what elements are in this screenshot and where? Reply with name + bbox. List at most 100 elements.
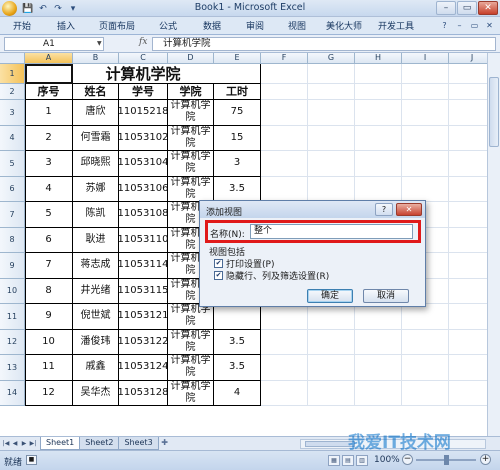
table-cell-id[interactable]: 11053121 xyxy=(119,304,168,330)
grid-cell[interactable] xyxy=(308,329,355,355)
zoom-level[interactable]: 100% xyxy=(374,455,400,465)
table-cell-id[interactable]: 11053102 xyxy=(119,125,168,151)
table-cell-no[interactable]: 2 xyxy=(25,125,73,151)
cancel-button[interactable]: 取消 xyxy=(363,289,409,303)
table-cell-hours[interactable] xyxy=(214,304,261,330)
grid-cell[interactable] xyxy=(355,84,402,100)
grid-cell[interactable] xyxy=(261,84,308,100)
grid-cell[interactable] xyxy=(308,304,355,330)
table-cell-name[interactable]: 戚鑫 xyxy=(73,355,119,381)
grid-cell[interactable] xyxy=(261,329,308,355)
row-header-12[interactable]: 12 xyxy=(0,329,25,355)
grid-cell[interactable] xyxy=(355,125,402,151)
grid-cell[interactable] xyxy=(308,100,355,126)
close-button[interactable]: ✕ xyxy=(478,1,498,15)
grid-cell[interactable] xyxy=(402,84,449,100)
tab-review[interactable]: 审阅 xyxy=(234,20,276,34)
table-cell-no[interactable]: 8 xyxy=(25,278,73,304)
column-header-i[interactable]: I xyxy=(402,53,449,64)
row-header-10[interactable]: 10 xyxy=(0,278,25,304)
grid-cell[interactable] xyxy=(402,100,449,126)
dialog-help-button[interactable]: ? xyxy=(375,203,393,216)
grid-cell[interactable] xyxy=(355,151,402,177)
grid-cell[interactable] xyxy=(355,380,402,406)
tab-formulas[interactable]: 公式 xyxy=(146,20,190,34)
column-header-h[interactable]: H xyxy=(355,53,402,64)
table-header-cell[interactable]: 学院 xyxy=(168,84,214,100)
hidden-rows-checkbox[interactable]: ✔ xyxy=(214,271,223,280)
dialog-close-button[interactable]: ✕ xyxy=(396,203,422,216)
first-sheet-icon[interactable]: |◀ xyxy=(2,439,10,448)
grid-cell[interactable] xyxy=(355,304,402,330)
grid-cell[interactable] xyxy=(261,355,308,381)
table-cell-name[interactable]: 陈凯 xyxy=(73,202,119,228)
table-cell-no[interactable]: 1 xyxy=(25,100,73,126)
table-header-cell[interactable]: 学号 xyxy=(119,84,168,100)
table-cell-college[interactable]: 计算机学院 xyxy=(168,355,214,381)
table-cell-id[interactable]: 11015218 xyxy=(119,100,168,126)
table-cell-name[interactable]: 倪世斌 xyxy=(73,304,119,330)
dialog-title-bar[interactable]: 添加视图 ? ✕ xyxy=(200,201,425,218)
hidden-rows-option[interactable]: ✔ 隐藏行、列及筛选设置(R) xyxy=(214,269,329,282)
table-cell-name[interactable]: 苏娜 xyxy=(73,176,119,202)
table-cell-college[interactable]: 计算机学院 xyxy=(168,304,214,330)
insert-sheet-icon[interactable]: ✚ xyxy=(158,437,172,450)
sheet-tab-sheet2[interactable]: Sheet2 xyxy=(79,437,120,450)
table-cell-hours[interactable]: 75 xyxy=(214,100,261,126)
print-settings-checkbox[interactable]: ✔ xyxy=(214,259,223,268)
table-cell-no[interactable]: 9 xyxy=(25,304,73,330)
tab-page-layout[interactable]: 页面布局 xyxy=(88,20,146,34)
grid-cell[interactable] xyxy=(261,304,308,330)
grid-cell[interactable] xyxy=(355,176,402,202)
table-cell-college[interactable]: 计算机学院 xyxy=(168,329,214,355)
grid-cell[interactable] xyxy=(261,100,308,126)
grid-cell[interactable] xyxy=(402,380,449,406)
grid-cell[interactable] xyxy=(308,380,355,406)
row-header-5[interactable]: 5 xyxy=(0,151,25,177)
sheet-tab-sheet3[interactable]: Sheet3 xyxy=(118,437,159,450)
row-header-11[interactable]: 11 xyxy=(0,304,25,330)
sheet-tab-sheet1[interactable]: Sheet1 xyxy=(40,437,81,450)
grid-cell[interactable] xyxy=(308,151,355,177)
formula-input[interactable]: 计算机学院 xyxy=(152,37,496,51)
grid-cell[interactable] xyxy=(355,64,402,84)
tab-developer[interactable]: 开发工具 xyxy=(370,20,422,34)
row-header-1[interactable]: 1 xyxy=(0,64,25,84)
grid-cell[interactable] xyxy=(402,125,449,151)
table-cell-no[interactable]: 5 xyxy=(25,202,73,228)
grid-cell[interactable] xyxy=(261,380,308,406)
table-cell-college[interactable]: 计算机学院 xyxy=(168,380,214,406)
row-header-9[interactable]: 9 xyxy=(0,253,25,279)
zoom-in-icon[interactable]: + xyxy=(480,454,491,465)
table-cell-hours[interactable]: 3 xyxy=(214,151,261,177)
table-header-cell[interactable]: 姓名 xyxy=(73,84,119,100)
ribbon-restore-button[interactable]: ▭ xyxy=(468,20,481,32)
tab-insert[interactable]: 插入 xyxy=(44,20,88,34)
table-cell-college[interactable]: 计算机学院 xyxy=(168,100,214,126)
page-break-view-icon[interactable]: ▥ xyxy=(356,455,368,466)
maximize-button[interactable]: ▭ xyxy=(457,1,477,15)
row-header-13[interactable]: 13 xyxy=(0,355,25,381)
table-cell-id[interactable]: 11053108 xyxy=(119,202,168,228)
table-cell-name[interactable]: 蒋志成 xyxy=(73,253,119,279)
ribbon-minimize-button[interactable]: – xyxy=(453,20,466,32)
table-cell-name[interactable]: 唐欣 xyxy=(73,100,119,126)
table-cell-id[interactable]: 11053124 xyxy=(119,355,168,381)
page-layout-view-icon[interactable]: ▤ xyxy=(342,455,354,466)
table-cell-id[interactable]: 11053114 xyxy=(119,253,168,279)
table-header-cell[interactable]: 工时 xyxy=(214,84,261,100)
grid-cell[interactable] xyxy=(402,304,449,330)
minimize-button[interactable]: – xyxy=(436,1,456,15)
table-cell-no[interactable]: 11 xyxy=(25,355,73,381)
grid-cell[interactable] xyxy=(355,100,402,126)
grid-cell[interactable] xyxy=(355,329,402,355)
last-sheet-icon[interactable]: ▶| xyxy=(29,439,37,448)
table-cell-college[interactable]: 计算机学院 xyxy=(168,151,214,177)
grid-cell[interactable] xyxy=(355,355,402,381)
name-box[interactable]: A1 xyxy=(4,37,104,51)
grid-cell[interactable] xyxy=(402,355,449,381)
table-cell-no[interactable]: 6 xyxy=(25,227,73,253)
table-cell-id[interactable]: 11053128 xyxy=(119,380,168,406)
grid-cell[interactable] xyxy=(402,329,449,355)
vertical-scrollbar[interactable] xyxy=(487,53,500,436)
